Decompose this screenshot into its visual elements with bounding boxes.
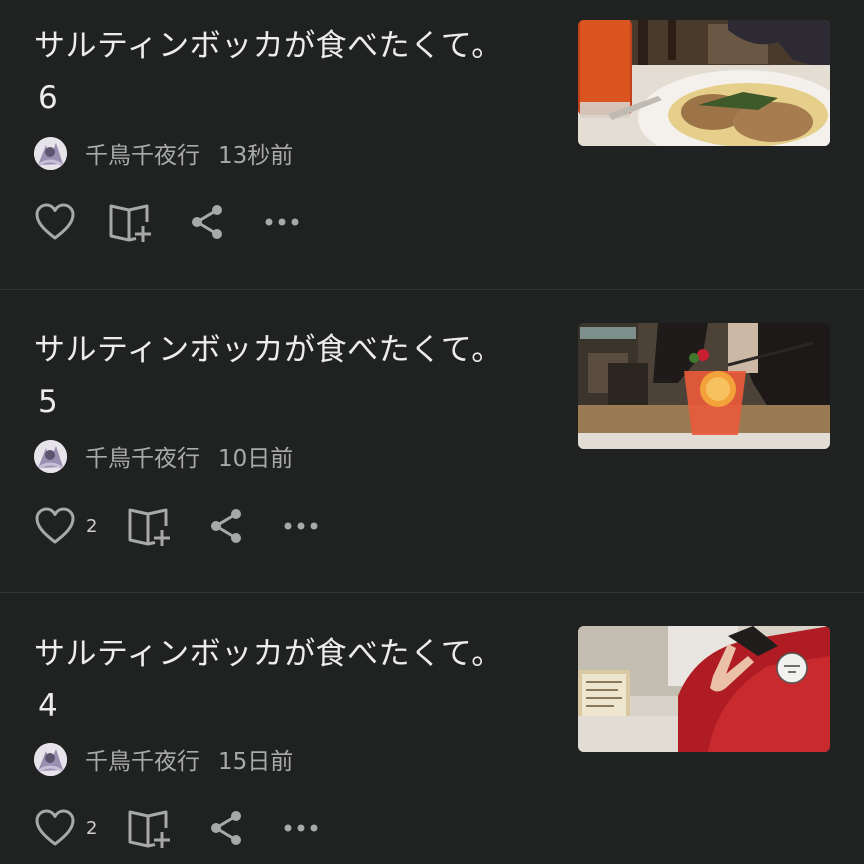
like-count: 2 bbox=[86, 515, 98, 537]
share-icon bbox=[207, 808, 245, 848]
share-button[interactable] bbox=[188, 202, 226, 242]
author-row[interactable]: 千鳥千夜行 15日前 bbox=[34, 741, 293, 777]
save-to-magazine-button[interactable] bbox=[127, 806, 173, 850]
post-actions: 2 bbox=[34, 806, 319, 850]
post-time: 10日前 bbox=[218, 446, 294, 472]
ellipsis-icon bbox=[283, 521, 319, 531]
save-to-magazine-button[interactable] bbox=[108, 200, 154, 244]
like-button[interactable]: 2 bbox=[34, 808, 97, 848]
post-divider bbox=[0, 289, 864, 290]
author-name[interactable]: 千鳥千夜行 bbox=[85, 439, 200, 473]
post-card[interactable]: サルティンボッカが食べたくて。 5 千鳥千夜行 10日前 2 bbox=[0, 302, 864, 604]
post-title-text: サルティンボッカが食べたくて。 bbox=[34, 28, 503, 64]
book-plus-icon bbox=[127, 504, 173, 548]
ellipsis-icon bbox=[283, 823, 319, 833]
post-card[interactable]: サルティンボッカが食べたくて。 6 千鳥千夜行 13秒前 bbox=[0, 0, 864, 302]
post-time: 13秒前 bbox=[218, 143, 294, 169]
post-title[interactable]: サルティンボッカが食べたくて。 4 bbox=[34, 628, 554, 732]
post-title-number: 6 bbox=[38, 80, 59, 116]
author-name[interactable]: 千鳥千夜行 bbox=[85, 136, 200, 170]
post-thumbnail[interactable] bbox=[578, 323, 830, 449]
author-name[interactable]: 千鳥千夜行 bbox=[85, 742, 200, 776]
post-actions bbox=[34, 200, 300, 244]
more-button[interactable] bbox=[283, 823, 319, 833]
post-card[interactable]: サルティンボッカが食べたくて。 4 千鳥千夜行 15日前 2 bbox=[0, 604, 864, 864]
like-count: 2 bbox=[86, 817, 98, 839]
post-thumbnail[interactable] bbox=[578, 20, 830, 146]
heart-icon bbox=[34, 808, 76, 848]
post-title[interactable]: サルティンボッカが食べたくて。 5 bbox=[34, 324, 554, 428]
share-icon bbox=[188, 202, 226, 242]
post-divider bbox=[0, 592, 864, 593]
share-button[interactable] bbox=[207, 506, 245, 546]
post-title-text: サルティンボッカが食べたくて。 bbox=[34, 636, 503, 672]
ellipsis-icon bbox=[264, 217, 300, 227]
post-title-number: 4 bbox=[38, 688, 59, 724]
avatar[interactable] bbox=[34, 742, 67, 776]
book-plus-icon bbox=[108, 200, 154, 244]
post-title[interactable]: サルティンボッカが食べたくて。 6 bbox=[34, 20, 554, 124]
save-to-magazine-button[interactable] bbox=[127, 504, 173, 548]
heart-icon bbox=[34, 202, 76, 242]
more-button[interactable] bbox=[264, 217, 300, 227]
avatar[interactable] bbox=[34, 136, 67, 170]
avatar[interactable] bbox=[34, 439, 67, 473]
author-row[interactable]: 千鳥千夜行 10日前 bbox=[34, 438, 293, 474]
book-plus-icon bbox=[127, 806, 173, 850]
share-button[interactable] bbox=[207, 808, 245, 848]
post-feed: サルティンボッカが食べたくて。 6 千鳥千夜行 13秒前 サルティンボッカが食べ… bbox=[0, 0, 864, 864]
share-icon bbox=[207, 506, 245, 546]
post-title-number: 5 bbox=[38, 384, 59, 420]
like-button[interactable] bbox=[34, 202, 76, 242]
like-button[interactable]: 2 bbox=[34, 506, 97, 546]
post-actions: 2 bbox=[34, 504, 319, 548]
heart-icon bbox=[34, 506, 76, 546]
post-time: 15日前 bbox=[218, 749, 294, 775]
more-button[interactable] bbox=[283, 521, 319, 531]
post-title-text: サルティンボッカが食べたくて。 bbox=[34, 332, 503, 368]
author-row[interactable]: 千鳥千夜行 13秒前 bbox=[34, 135, 293, 171]
post-thumbnail[interactable] bbox=[578, 626, 830, 752]
